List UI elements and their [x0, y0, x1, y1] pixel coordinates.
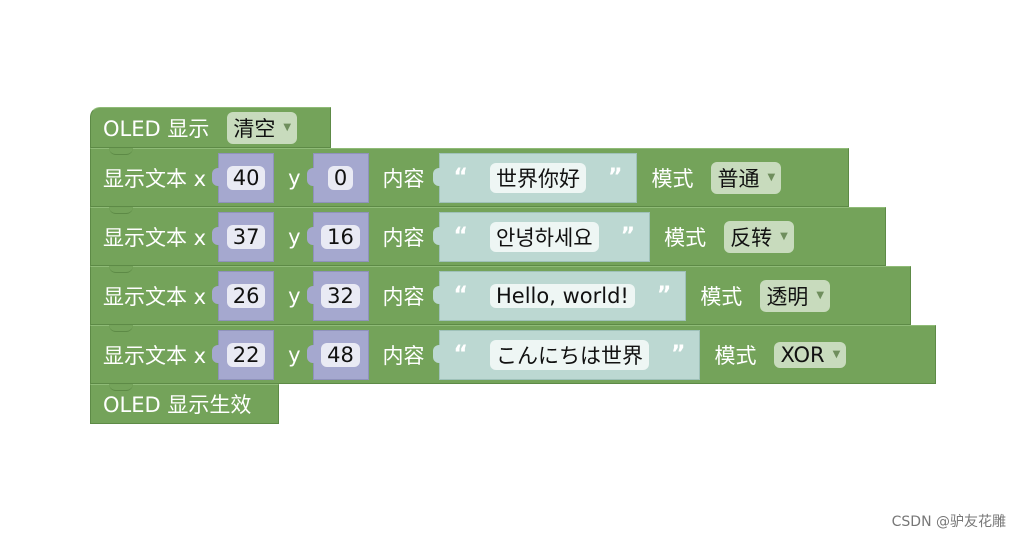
text-string-block[interactable]: “ Hello, world! ”: [432, 270, 687, 321]
x-value[interactable]: 37: [226, 224, 266, 249]
y-label: y: [288, 224, 301, 249]
block-label: 显示文本 x: [103, 343, 207, 368]
close-quote-icon: ”: [620, 224, 636, 249]
content-label: 内容: [382, 343, 425, 368]
notch: [109, 325, 133, 332]
y-label: y: [288, 342, 301, 367]
dropdown-arrow-icon: ▼: [767, 172, 776, 183]
notch: [109, 148, 133, 155]
display-text-block[interactable]: 显示文本 x 37 y 16 内容 “ 안녕하세요 ” 模式 反转 ▼: [90, 207, 886, 266]
block-label: OLED 显示: [103, 116, 210, 141]
notch: [109, 207, 133, 214]
y-number-block[interactable]: 0: [306, 152, 369, 203]
mode-dropdown[interactable]: 清空 ▼: [227, 111, 298, 144]
x-number-block[interactable]: 26: [212, 270, 275, 321]
open-quote-icon: “: [453, 342, 469, 367]
display-text-block[interactable]: 显示文本 x 40 y 0 内容 “ 世界你好 ” 模式 普通 ▼: [90, 148, 849, 207]
mode-dropdown[interactable]: 透明 ▼: [760, 279, 831, 312]
x-value[interactable]: 40: [226, 165, 266, 190]
y-value[interactable]: 48: [321, 342, 360, 367]
dropdown-value: 普通: [717, 166, 760, 191]
open-quote-icon: “: [453, 165, 469, 190]
block-label: 显示文本 x: [103, 166, 207, 191]
y-number-block[interactable]: 48: [306, 329, 369, 380]
y-label: y: [288, 165, 301, 190]
dropdown-value: 透明: [766, 284, 809, 309]
text-string-block[interactable]: “ こんにちは世界 ”: [432, 329, 701, 380]
open-quote-icon: “: [453, 283, 469, 308]
text-value[interactable]: 世界你好: [490, 162, 587, 193]
close-quote-icon: ”: [671, 342, 686, 367]
x-value[interactable]: 26: [226, 283, 266, 308]
close-quote-icon: ”: [656, 283, 672, 308]
content-label: 内容: [382, 284, 425, 309]
block-label: 显示文本 x: [103, 284, 207, 309]
display-text-block[interactable]: 显示文本 x 22 y 48 内容 “ こんにちは世界 ” 模式 XOR ▼: [90, 325, 936, 384]
text-string-block[interactable]: “ 世界你好 ”: [432, 152, 638, 203]
mode-dropdown[interactable]: 普通 ▼: [711, 161, 782, 194]
y-value[interactable]: 0: [327, 165, 354, 190]
dropdown-arrow-icon: ▼: [832, 349, 841, 360]
dropdown-arrow-icon: ▼: [816, 290, 825, 301]
y-number-block[interactable]: 32: [306, 270, 369, 321]
oled-clear-block[interactable]: OLED 显示 清空 ▼: [90, 107, 331, 148]
dropdown-arrow-icon: ▼: [780, 231, 788, 242]
mode-dropdown[interactable]: XOR ▼: [774, 341, 847, 368]
mode-label: 模式: [664, 225, 707, 250]
dropdown-value: XOR: [780, 342, 825, 367]
block-label: OLED 显示生效: [103, 393, 252, 417]
text-value[interactable]: 안녕하세요: [490, 221, 599, 252]
notch: [109, 384, 133, 391]
y-label: y: [288, 283, 301, 308]
x-number-block[interactable]: 22: [212, 329, 275, 380]
dropdown-value: 反转: [730, 225, 773, 250]
close-quote-icon: ”: [608, 165, 623, 190]
notch: [109, 266, 133, 273]
open-quote-icon: “: [453, 224, 469, 249]
mode-label: 模式: [714, 343, 757, 368]
block-label: 显示文本 x: [103, 225, 207, 250]
text-value[interactable]: Hello, world!: [490, 283, 635, 308]
y-number-block[interactable]: 16: [306, 211, 369, 262]
content-label: 内容: [382, 225, 425, 250]
mode-label: 模式: [651, 166, 694, 191]
dropdown-arrow-icon: ▼: [283, 122, 292, 133]
watermark: CSDN @驴友花雕: [891, 514, 1006, 530]
x-number-block[interactable]: 40: [212, 152, 275, 203]
content-label: 内容: [382, 166, 425, 191]
mode-label: 模式: [700, 284, 743, 309]
x-value[interactable]: 22: [226, 342, 266, 367]
text-string-block[interactable]: “ 안녕하세요 ”: [432, 211, 651, 262]
y-value[interactable]: 16: [321, 224, 360, 249]
mode-dropdown[interactable]: 反转 ▼: [724, 220, 794, 253]
x-number-block[interactable]: 37: [212, 211, 275, 262]
text-value[interactable]: こんにちは世界: [490, 339, 650, 370]
y-value[interactable]: 32: [321, 283, 360, 308]
dropdown-value: 清空: [233, 116, 276, 141]
oled-apply-block[interactable]: OLED 显示生效: [90, 384, 279, 424]
display-text-block[interactable]: 显示文本 x 26 y 32 内容 “ Hello, world! ” 模式 透明 ▼: [90, 266, 911, 325]
